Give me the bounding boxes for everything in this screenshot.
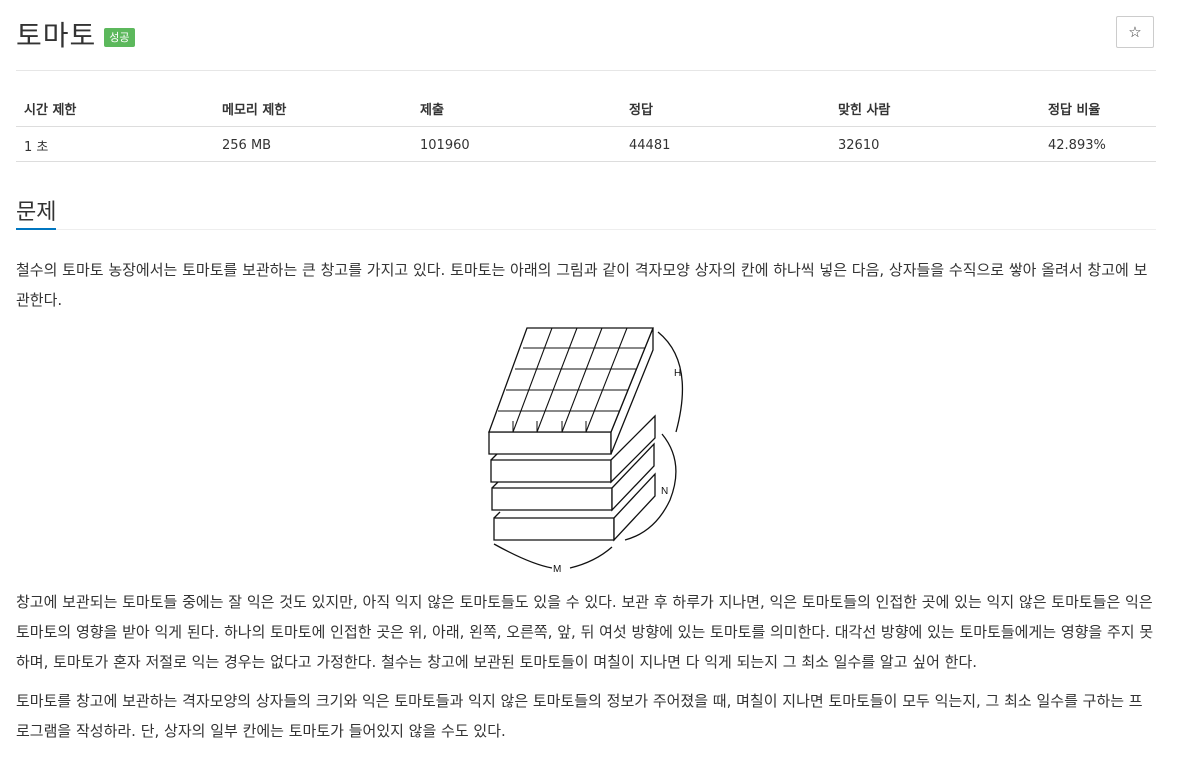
submissions-value: 101960: [412, 126, 621, 162]
tomato-boxes-figure: H N M: [488, 327, 684, 575]
box-layer-1-top: [488, 327, 654, 455]
ratio-value: 42.893%: [1040, 126, 1156, 162]
title-row: 토마토 성공: [16, 14, 135, 54]
status-badge: 성공: [104, 27, 135, 47]
header-submissions: 제출: [412, 93, 621, 127]
star-icon: ☆: [1128, 23, 1142, 41]
problem-title: 토마토: [16, 19, 97, 52]
problem-info-table: 시간 제한 메모리 제한 제출 정답 맞힌 사람 정답 비율 1 초 256 M…: [16, 93, 1156, 162]
header-memory-limit: 메모리 제한: [214, 93, 412, 127]
table-row: 1 초 256 MB 101960 44481 32610 42.893%: [16, 126, 1156, 162]
label-h: H: [674, 368, 681, 379]
header-solvers: 맞힌 사람: [830, 93, 1040, 127]
section-title: 문제: [16, 200, 57, 225]
title-divider: [16, 70, 1156, 71]
time-limit-value: 1 초: [16, 126, 214, 162]
problem-page: 토마토 성공 ☆ 시간 제한 메모리 제한 제출 정답 맞힌 사람 정답 비율 …: [0, 0, 1187, 774]
favorite-button[interactable]: ☆: [1116, 16, 1154, 48]
header-accepted: 정답: [621, 93, 830, 127]
header-time-limit: 시간 제한: [16, 93, 214, 127]
label-n: N: [661, 486, 668, 497]
accepted-value: 44481: [621, 126, 830, 162]
height-arc: [657, 331, 684, 433]
label-m: M: [553, 564, 561, 575]
problem-paragraph-3: 토마토를 창고에 보관하는 격자모양의 상자들의 크기와 익은 토마토들과 익지…: [16, 692, 1143, 740]
memory-limit-value: 256 MB: [214, 126, 412, 162]
header-ratio: 정답 비율: [1040, 93, 1156, 127]
table-header-row: 시간 제한 메모리 제한 제출 정답 맞힌 사람 정답 비율: [16, 93, 1156, 127]
solvers-value: 32610: [830, 126, 1040, 162]
problem-paragraph-1: 철수의 토마토 농장에서는 토마토를 보관하는 큰 창고를 가지고 있다. 토마…: [16, 261, 1148, 309]
problem-paragraph-2: 창고에 보관되는 토마토들 중에는 잘 익은 것도 있지만, 아직 익지 않은 …: [16, 593, 1154, 671]
m-arc-left: [493, 543, 553, 569]
section-divider: [56, 229, 1156, 230]
section-title-underline: [16, 228, 56, 230]
m-arc-right: [569, 546, 613, 569]
